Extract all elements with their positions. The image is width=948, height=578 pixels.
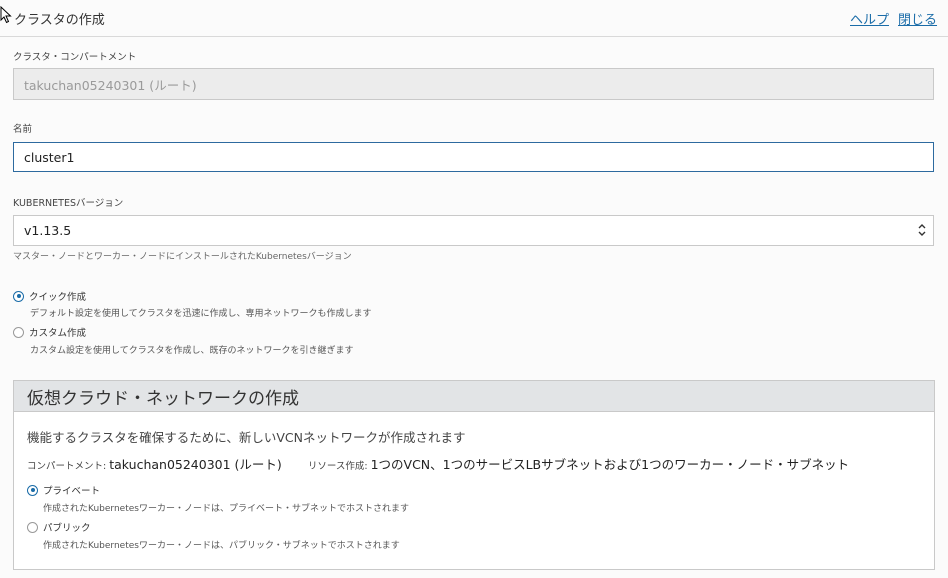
radio-button[interactable] <box>27 521 38 533</box>
radio-button[interactable] <box>13 326 24 338</box>
radio-button-checked[interactable] <box>13 290 24 302</box>
kubernetes-version-select[interactable]: v1.13.5 <box>13 215 934 246</box>
vcn-subtitle: 機能するクラスタを確保するために、新しいVCNネットワークが作成されます <box>27 430 466 445</box>
resources-key: リソース作成: <box>307 461 371 472</box>
radio-label: プライベート <box>43 486 101 497</box>
radio-description: 作成されたKubernetesワーカー・ノードは、パブリック・サブネットでホスト… <box>43 541 400 551</box>
kubernetes-version-label: KUBERNETESバージョン <box>13 198 124 209</box>
vcn-section: 仮想クラウド・ネットワークの作成 機能するクラスタを確保するために、新しいVCN… <box>13 380 935 570</box>
vcn-info-line: コンパートメント: takuchan05240301 (ルート) リソース作成: … <box>27 454 849 473</box>
name-input[interactable]: cluster1 <box>13 142 934 172</box>
radio-description: カスタム設定を使用してクラスタを作成し、既存のネットワークを引き継ぎます <box>30 346 354 356</box>
compartment-field: takuchan05240301 (ルート) <box>13 68 934 100</box>
radio-public[interactable]: パブリック <box>27 520 91 534</box>
radio-label: パブリック <box>43 523 91 534</box>
name-label: 名前 <box>13 124 33 135</box>
radio-description: 作成されたKubernetesワーカー・ノードは、プライベート・サブネットでホス… <box>43 504 409 514</box>
vcn-heading: 仮想クラウド・ネットワークの作成 <box>14 381 934 412</box>
radio-button-checked[interactable] <box>27 484 38 496</box>
close-link[interactable]: 閉じる <box>898 9 937 28</box>
radio-custom-create[interactable]: カスタム作成 <box>13 325 86 339</box>
compartment-value: takuchan05240301 (ルート) <box>109 457 282 472</box>
mouse-cursor-icon <box>0 5 12 28</box>
compartment-key: コンパートメント: <box>27 461 110 472</box>
kubernetes-version-value: v1.13.5 <box>24 223 72 238</box>
page-title: クラスタの作成 <box>14 13 105 28</box>
select-arrows-icon <box>918 224 926 236</box>
name-input-value: cluster1 <box>24 149 75 165</box>
compartment-label: クラスタ・コンパートメント <box>13 52 137 63</box>
radio-private[interactable]: プライベート <box>27 483 100 497</box>
radio-description: デフォルト設定を使用してクラスタを迅速に作成し、専用ネットワークも作成します <box>30 309 372 319</box>
resources-value: 1つのVCN、1つのサービスLBサブネットおよび1つのワーカー・ノード・サブネッ… <box>370 457 850 472</box>
radio-quick-create[interactable]: クイック作成 <box>13 289 86 303</box>
kubernetes-version-hint: マスター・ノードとワーカー・ノードにインストールされたKubernetesバージ… <box>13 252 352 262</box>
help-link[interactable]: ヘルプ <box>850 9 889 28</box>
panel-header: クラスタの作成 ヘルプ 閉じる <box>0 0 948 37</box>
radio-label: クイック作成 <box>29 292 87 303</box>
compartment-value: takuchan05240301 (ルート) <box>24 77 197 93</box>
radio-label: カスタム作成 <box>29 328 87 339</box>
